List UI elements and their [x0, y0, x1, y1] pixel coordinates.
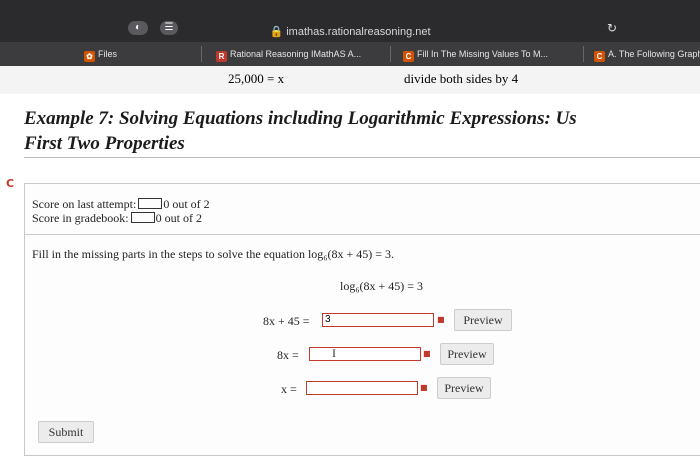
score-info: Score on last attempt: 0 out of 2 Score i… — [32, 197, 210, 225]
tab-favicon-r: R — [216, 51, 227, 62]
incorrect-mark-icon: ■ — [420, 383, 428, 392]
preview-button[interactable]: Preview — [437, 377, 491, 399]
page-title: Example 7: Solving Equations including L… — [24, 108, 577, 154]
step-3-lhs: x = — [281, 382, 297, 396]
score-bar — [130, 212, 155, 223]
preview-button[interactable]: Preview — [454, 309, 512, 331]
step-1-lhs: 8x + 45 = — [263, 314, 310, 328]
text-cursor-icon: I — [332, 346, 336, 360]
step-3-input[interactable] — [306, 381, 418, 395]
title-divider — [24, 157, 700, 158]
tab-separator — [390, 46, 391, 62]
previous-content-strip: 25,000 = x divide both sides by 4 — [0, 66, 700, 94]
tab-rational-reasoning[interactable]: R Rational Reasoning IMathAS A... — [216, 46, 366, 62]
url-text: imathas.rationalreasoning.net — [286, 26, 431, 38]
tab-following-graph[interactable]: C A. The Following Graph — [594, 46, 700, 62]
lock-icon: 🔒 — [269, 26, 284, 38]
given-equation: log₆(8x + 45) = 3 — [340, 279, 424, 293]
math-expression: 25,000 = x — [228, 71, 285, 86]
reload-icon[interactable]: ↻ — [607, 21, 625, 37]
browser-tabs: ✿ Files R Rational Reasoning IMathAS A... … — [0, 42, 700, 66]
incorrect-mark-icon: ■ — [437, 315, 445, 324]
step-2-input[interactable] — [309, 347, 421, 361]
submit-button[interactable]: Submit — [38, 421, 94, 443]
tab-separator — [201, 46, 202, 62]
step-2-lhs: 8x = — [277, 348, 299, 362]
address-bar[interactable]: 🔒 imathas.rationalreasoning.net — [0, 25, 700, 38]
panel-divider — [24, 234, 700, 235]
tab-separator — [583, 46, 584, 62]
tab-files[interactable]: ✿ Files — [84, 46, 194, 62]
preview-button[interactable]: Preview — [440, 343, 494, 365]
files-icon: ✿ — [84, 51, 95, 62]
question-text: Fill in the missing parts in the steps t… — [32, 247, 395, 261]
step-1-input[interactable]: 3 — [322, 313, 434, 327]
browser-top-bar: ◐ ☰ 🔒 imathas.rationalreasoning.net ↻ — [0, 0, 700, 42]
side-c-icon[interactable]: C — [6, 177, 14, 190]
score-bar — [138, 198, 163, 209]
incorrect-mark-icon: ■ — [423, 349, 431, 358]
tab-favicon-c: C — [594, 51, 605, 62]
tab-favicon-c: C — [403, 51, 414, 62]
math-step-note: divide both sides by 4 — [404, 71, 519, 86]
tab-fill-in-missing[interactable]: C Fill In The Missing Values To M... — [403, 46, 553, 62]
